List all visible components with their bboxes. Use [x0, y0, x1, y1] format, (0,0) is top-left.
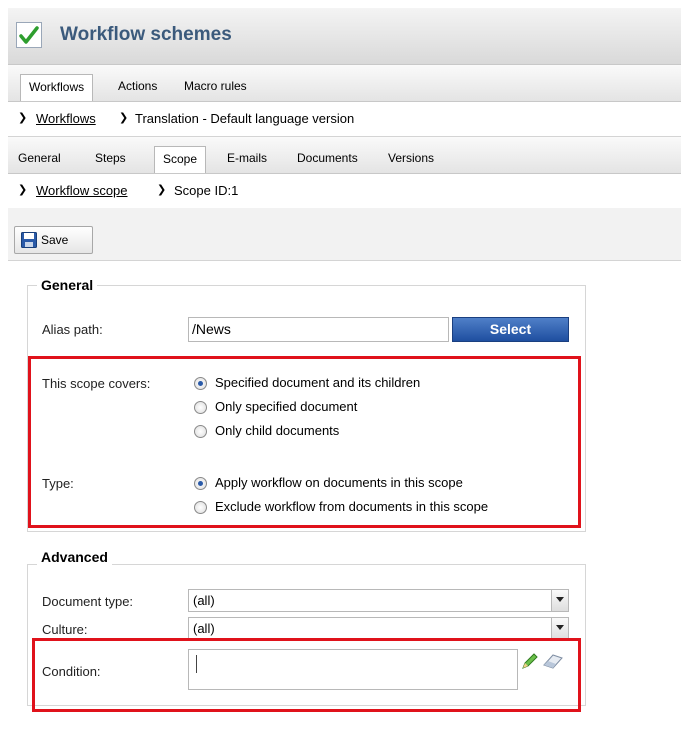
option-label[interactable]: Only specified document — [215, 399, 357, 414]
alias-path-input[interactable]: /News — [188, 317, 449, 342]
tab-actions[interactable]: Actions — [110, 74, 165, 101]
select-button[interactable]: Select — [452, 317, 569, 342]
tab-documents[interactable]: Documents — [289, 146, 366, 173]
culture-label: Culture: — [42, 622, 88, 637]
scope-covers-label: This scope covers: — [42, 376, 151, 391]
document-type-select[interactable]: (all) — [188, 589, 569, 612]
breadcrumb-workflow-scope-link[interactable]: Workflow scope — [36, 183, 128, 198]
breadcrumb-current: Scope ID:1 — [174, 183, 239, 198]
document-type-value: (all) — [193, 593, 215, 608]
tab-steps[interactable]: Steps — [87, 146, 134, 173]
radio-only-specified[interactable] — [194, 401, 207, 414]
sub-tab-bar: General Steps Scope E-mails Documents Ve… — [8, 137, 681, 174]
save-button[interactable]: Save — [14, 226, 93, 254]
tab-workflows[interactable]: Workflows — [20, 74, 94, 101]
toolbar — [8, 208, 681, 261]
tab-versions[interactable]: Versions — [380, 146, 442, 173]
culture-select[interactable]: (all) — [188, 617, 569, 640]
chevron-right-icon: ❯ — [157, 184, 167, 196]
chevron-down-icon — [551, 590, 568, 611]
option-label[interactable]: Only child documents — [215, 423, 339, 438]
tab-general[interactable]: General — [10, 146, 69, 173]
tab-e-mails[interactable]: E-mails — [219, 146, 275, 173]
culture-value: (all) — [193, 621, 215, 636]
tab-macro-rules[interactable]: Macro rules — [176, 74, 255, 101]
radio-specified-and-children[interactable] — [194, 377, 207, 390]
option-label[interactable]: Apply workflow on documents in this scop… — [215, 475, 463, 490]
check-icon — [16, 22, 42, 48]
alias-path-label: Alias path: — [42, 322, 103, 337]
main-tab-bar: Workflows Actions Macro rules — [8, 65, 681, 102]
radio-apply-workflow[interactable] — [194, 477, 207, 490]
condition-label: Condition: — [42, 664, 101, 679]
type-label: Type: — [42, 476, 74, 491]
chevron-right-icon: ❯ — [18, 112, 28, 124]
option-label[interactable]: Specified document and its children — [215, 375, 420, 390]
edit-pencil-icon[interactable] — [520, 651, 540, 671]
tab-scope[interactable]: Scope — [154, 146, 207, 173]
general-legend: General — [37, 277, 98, 293]
document-type-label: Document type: — [42, 594, 134, 609]
advanced-legend: Advanced — [37, 549, 112, 565]
breadcrumb-current: Translation - Default language version — [135, 111, 355, 126]
chevron-right-icon: ❯ — [119, 112, 129, 124]
eraser-icon[interactable] — [541, 652, 565, 670]
save-label: Save — [41, 233, 69, 247]
condition-input[interactable] — [188, 649, 518, 690]
radio-exclude-workflow[interactable] — [194, 501, 207, 514]
page-title: Workflow schemes — [60, 24, 232, 45]
save-icon — [21, 232, 37, 251]
breadcrumb: ❯ Workflows ❯ Translation - Default lang… — [8, 102, 681, 137]
chevron-right-icon: ❯ — [18, 184, 28, 196]
option-label[interactable]: Exclude workflow from documents in this … — [215, 499, 488, 514]
text-cursor — [196, 655, 197, 673]
chevron-down-icon — [551, 618, 568, 639]
breadcrumb-workflows-link[interactable]: Workflows — [36, 111, 96, 126]
breadcrumb: ❯ Workflow scope ❯ Scope ID:1 — [8, 174, 681, 209]
radio-only-children[interactable] — [194, 425, 207, 438]
